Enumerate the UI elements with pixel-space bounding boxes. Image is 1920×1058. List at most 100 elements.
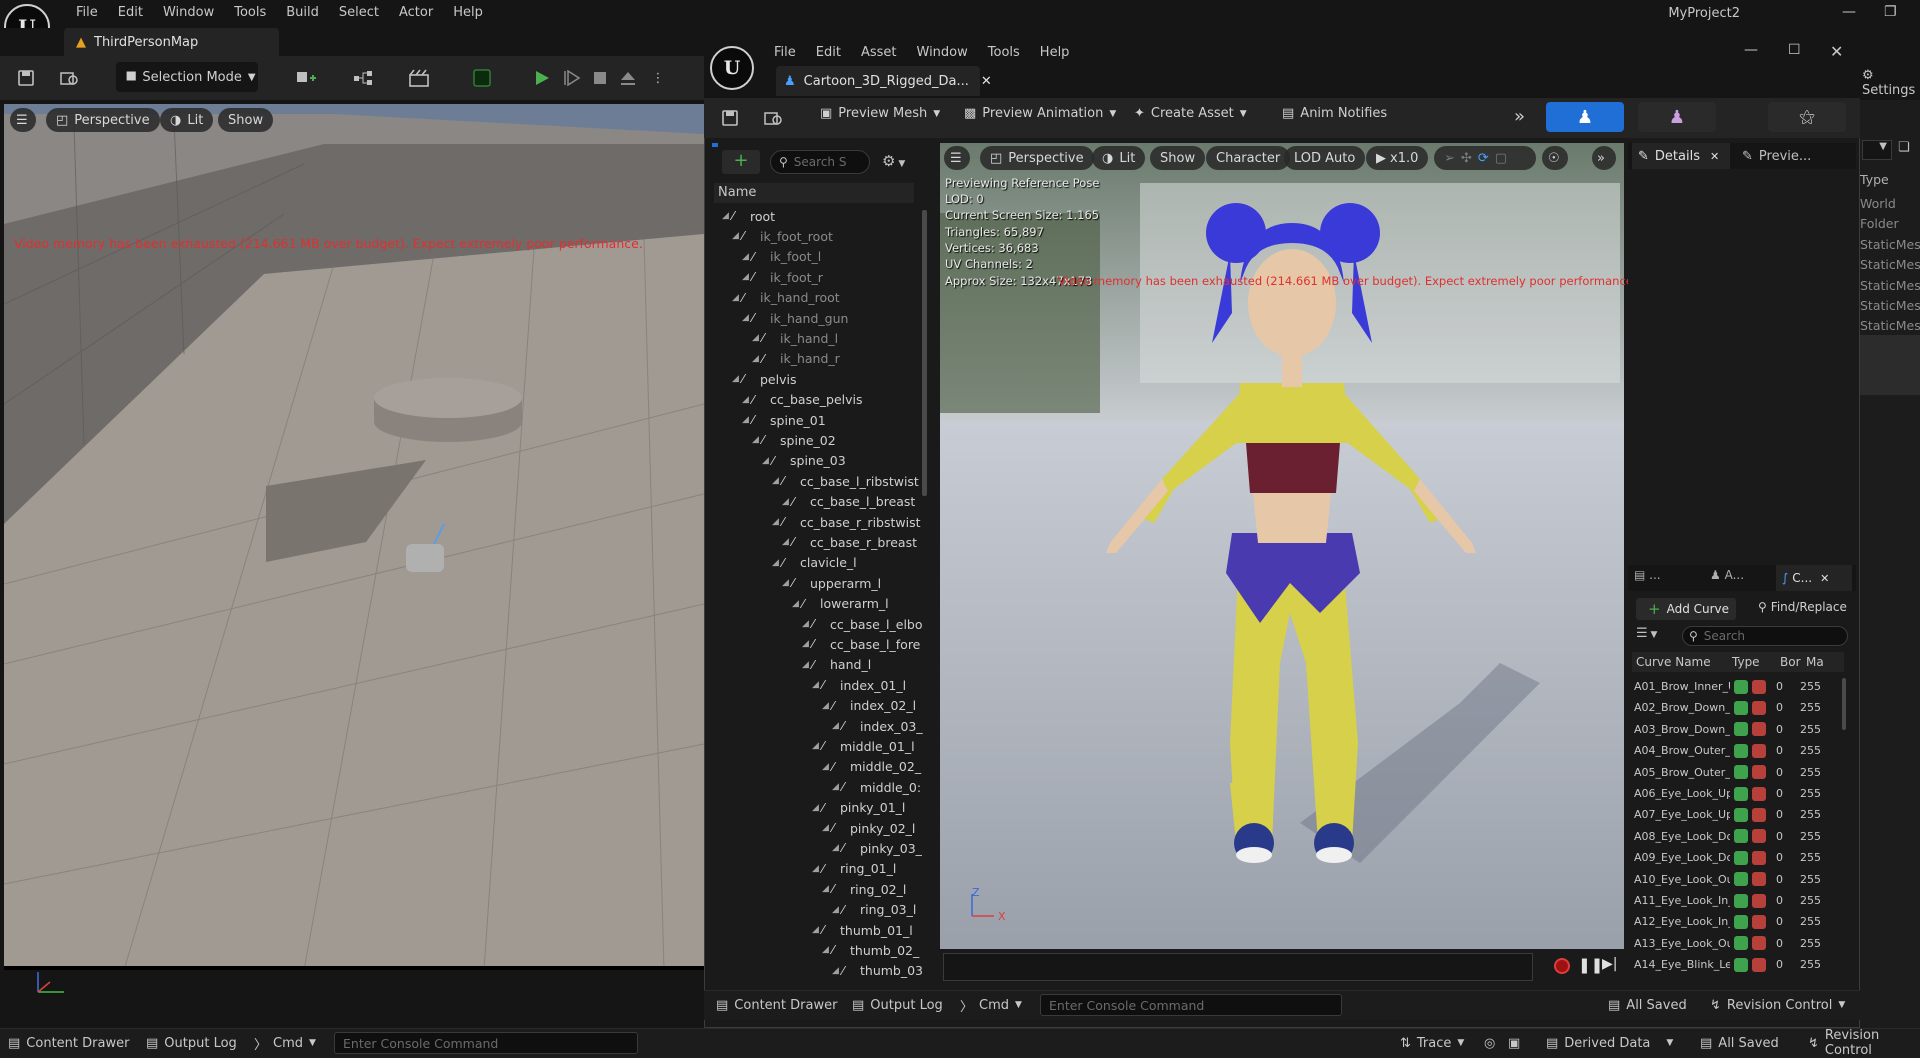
- morph-target-icon[interactable]: [1734, 722, 1748, 737]
- anim-notifies-button[interactable]: ▤ Anim Notifies: [1282, 106, 1387, 121]
- tab-anim-curves[interactable]: ∫ C... ✕: [1776, 565, 1852, 591]
- bone-row[interactable]: ◢ ⁄ upperarm_l: [782, 573, 881, 593]
- blueprint-icon[interactable]: [350, 64, 378, 92]
- expand-arrow-icon[interactable]: ◢: [832, 843, 842, 853]
- material-icon[interactable]: [1752, 765, 1766, 780]
- expand-arrow-icon[interactable]: ◢: [722, 211, 732, 221]
- expand-arrow-icon[interactable]: ◢: [742, 252, 752, 262]
- browse-icon[interactable]: [56, 64, 84, 92]
- add-socket-button[interactable]: +: [722, 150, 760, 174]
- expand-arrow-icon[interactable]: ◢: [732, 293, 742, 303]
- expand-arrow-icon[interactable]: ◢: [772, 517, 782, 527]
- add-folder-icon[interactable]: ❏: [1898, 140, 1910, 155]
- bone-row[interactable]: ◢ ⁄ ik_hand_root: [732, 288, 840, 308]
- selection-mode-dropdown[interactable]: ⯀ Selection Mode ▼: [116, 62, 258, 92]
- curve-row[interactable]: A13_Eye_Look_Ou 0 255: [1634, 933, 1844, 954]
- menu-asset[interactable]: Asset: [851, 44, 907, 62]
- expand-arrow-icon[interactable]: ◢: [732, 231, 742, 241]
- expand-arrow-icon[interactable]: ◢: [812, 864, 822, 874]
- material-icon[interactable]: [1752, 936, 1766, 951]
- material-icon[interactable]: [1752, 850, 1766, 865]
- col-curve-name[interactable]: Curve Name: [1632, 655, 1732, 669]
- perspective-button[interactable]: ◰ Perspective: [980, 146, 1094, 170]
- expand-toolbar-icon[interactable]: »: [1592, 146, 1616, 170]
- bone-row[interactable]: ◢ ⁄ cc_base_pelvis: [742, 390, 863, 410]
- col-max[interactable]: Ma: [1806, 655, 1836, 669]
- step-forward-icon[interactable]: ▶|: [1602, 956, 1617, 972]
- lod-button[interactable]: LOD Auto: [1284, 146, 1366, 170]
- menu-help[interactable]: Help: [443, 4, 493, 22]
- expand-arrow-icon[interactable]: ◢: [772, 476, 782, 486]
- material-icon[interactable]: [1752, 914, 1766, 929]
- skeleton-mode-button[interactable]: ♟: [1546, 102, 1624, 132]
- screenshot-icon[interactable]: ▣: [1508, 1028, 1520, 1058]
- morph-target-icon[interactable]: [1734, 786, 1748, 801]
- bone-row[interactable]: ◢ ⁄ ik_foot_l: [742, 247, 821, 267]
- menu-window[interactable]: Window: [907, 44, 978, 62]
- bone-row[interactable]: ◢ ⁄ ring_02_l: [822, 879, 906, 899]
- bone-row[interactable]: ◢ ⁄ spine_03: [762, 451, 846, 471]
- tab-skeleton-asset[interactable]: ♟ Cartoon_3D_Rigged_Da... ✕: [776, 66, 992, 96]
- bone-row[interactable]: ◢ ⁄ spine_01: [742, 410, 826, 430]
- bone-row[interactable]: ◢ ⁄ ring_03_l: [832, 900, 916, 920]
- browse-icon[interactable]: [760, 104, 788, 132]
- expand-arrow-icon[interactable]: ◢: [802, 619, 812, 629]
- content-drawer-button[interactable]: ▤ Content Drawer: [8, 1028, 129, 1058]
- modes-icon[interactable]: [468, 64, 496, 92]
- bone-row[interactable]: ◢ ⁄ thumb_01_l: [812, 920, 913, 940]
- all-saved-button[interactable]: ▤ All Saved: [1700, 1028, 1779, 1058]
- menu-tools[interactable]: Tools: [978, 44, 1030, 62]
- cinematics-icon[interactable]: [406, 64, 434, 92]
- expand-arrow-icon[interactable]: ◢: [762, 456, 772, 466]
- menu-build[interactable]: Build: [276, 4, 329, 22]
- perspective-button[interactable]: ◰ Perspective: [46, 108, 160, 132]
- expand-arrow-icon[interactable]: ◢: [742, 272, 752, 282]
- show-button[interactable]: Show: [218, 108, 274, 132]
- preview-viewport[interactable]: [940, 143, 1624, 949]
- expand-arrow-icon[interactable]: ◢: [782, 497, 792, 507]
- console-input[interactable]: Enter Console Command: [334, 1032, 638, 1054]
- material-icon[interactable]: [1752, 829, 1766, 844]
- material-icon[interactable]: [1752, 679, 1766, 694]
- expand-arrow-icon[interactable]: ◢: [802, 639, 812, 649]
- material-icon[interactable]: [1752, 807, 1766, 822]
- curve-row[interactable]: A02_Brow_Down_L 0 255: [1634, 697, 1844, 718]
- bone-row[interactable]: ◢ ⁄ root: [722, 206, 775, 226]
- curve-row[interactable]: A01_Brow_Inner_U 0 255: [1634, 676, 1844, 697]
- find-replace-button[interactable]: ⚲ Find/Replace: [1758, 600, 1847, 614]
- expand-arrow-icon[interactable]: ◢: [832, 905, 842, 915]
- expand-arrow-icon[interactable]: ◢: [782, 537, 792, 547]
- col-bone[interactable]: Bor: [1780, 655, 1806, 669]
- record-icon[interactable]: [1554, 958, 1570, 974]
- move-icon[interactable]: ✣: [1461, 151, 1472, 166]
- morph-target-icon[interactable]: [1734, 700, 1748, 715]
- save-icon[interactable]: [12, 64, 40, 92]
- curve-row[interactable]: A04_Brow_Outer_U 0 255: [1634, 740, 1844, 761]
- expand-arrow-icon[interactable]: ◢: [752, 333, 762, 343]
- timeline-scrubber[interactable]: [943, 953, 1533, 981]
- expand-arrow-icon[interactable]: ◢: [822, 945, 832, 955]
- bone-row[interactable]: ◢ ⁄ clavicle_l: [772, 553, 857, 573]
- morph-target-icon[interactable]: [1734, 893, 1748, 908]
- record-icon[interactable]: ◎: [1484, 1028, 1495, 1058]
- eject-icon[interactable]: [614, 64, 642, 92]
- trace-dropdown[interactable]: ⇅ Trace ▼: [1400, 1028, 1464, 1058]
- col-type[interactable]: Type: [1732, 655, 1780, 669]
- viewport-menu-icon[interactable]: ☰: [10, 108, 36, 132]
- expand-arrow-icon[interactable]: ◢: [742, 395, 752, 405]
- morph-target-icon[interactable]: [1734, 936, 1748, 951]
- select-icon[interactable]: ➢: [1444, 151, 1455, 166]
- bone-row[interactable]: ◢ ⁄ cc_base_l_ribstwist: [772, 471, 919, 491]
- curve-list-scrollbar[interactable]: [1842, 678, 1846, 730]
- tab-anim[interactable]: ♟ A...: [1710, 568, 1744, 582]
- character-button[interactable]: Character: [1206, 146, 1291, 170]
- material-icon[interactable]: [1752, 722, 1766, 737]
- menu-edit[interactable]: Edit: [806, 44, 851, 62]
- viewport-menu-icon[interactable]: ☰: [944, 146, 970, 170]
- curve-row[interactable]: A09_Eye_Look_Dov 0 255: [1634, 847, 1844, 868]
- create-asset-dropdown[interactable]: ✦ Create Asset ▼: [1134, 106, 1247, 121]
- bone-row[interactable]: ◢ ⁄ hand_l: [802, 655, 871, 675]
- bone-row[interactable]: ◢ ⁄ spine_02: [752, 430, 836, 450]
- curve-row[interactable]: A08_Eye_Look_Dov 0 255: [1634, 826, 1844, 847]
- expand-arrow-icon[interactable]: ◢: [782, 578, 792, 588]
